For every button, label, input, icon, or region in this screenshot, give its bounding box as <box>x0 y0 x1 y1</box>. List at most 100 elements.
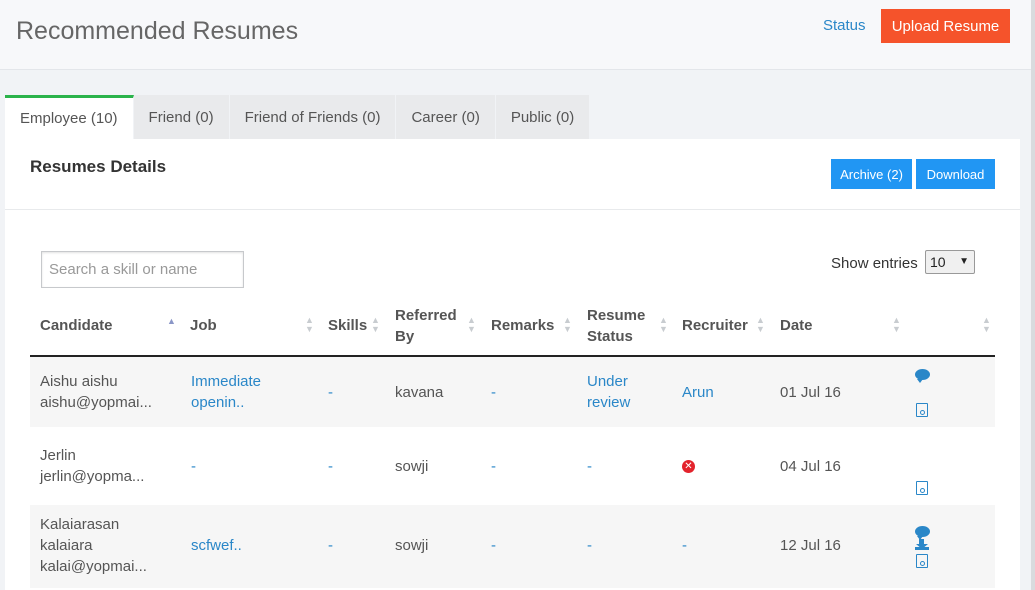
job-cell[interactable]: - <box>191 456 196 477</box>
tab-employee[interactable]: Employee (10) <box>5 95 134 139</box>
skills-link[interactable]: - <box>328 537 333 554</box>
column-skills[interactable]: Skills <box>328 315 367 336</box>
skills-link[interactable]: - <box>328 384 333 401</box>
date-cell: 01 Jul 16 <box>780 384 841 401</box>
column-remarks[interactable]: Remarks <box>491 315 554 336</box>
entries-label: Show entries <box>831 255 918 272</box>
skills-link[interactable]: - <box>328 458 333 475</box>
sort-icon[interactable]: ▲ ▼ <box>982 316 991 334</box>
remarks-link[interactable]: - <box>491 384 496 401</box>
status-cell[interactable]: - <box>587 535 592 556</box>
remarks-link[interactable]: - <box>491 458 496 475</box>
remarks-cell[interactable]: - <box>491 535 496 556</box>
status-link[interactable]: Under <box>587 373 628 390</box>
candidate-email: kalai@yopmai... <box>40 558 147 575</box>
status-cell[interactable]: Under review <box>587 371 630 413</box>
comment-icon[interactable] <box>915 526 930 540</box>
candidate-username: kalaiara <box>40 537 93 554</box>
search-input[interactable] <box>41 251 244 288</box>
table-row[interactable]: Kalaiarasan kalaiara kalai@yopmai... scf… <box>30 505 995 588</box>
source-tabs: Employee (10) Friend (0) Friend of Frien… <box>5 95 591 139</box>
candidate-name: Aishu aishu <box>40 373 118 390</box>
job-link[interactable]: - <box>191 458 196 475</box>
column-recruiter[interactable]: Recruiter <box>682 315 748 336</box>
table-row[interactable]: Aishu aishu aishu@yopmai... Immediate op… <box>30 357 995 427</box>
remarks-cell[interactable]: - <box>491 456 496 477</box>
column-referred-by[interactable]: Referred By <box>395 305 457 347</box>
sort-icon[interactable]: ▲ ▼ <box>467 316 476 334</box>
sort-icon[interactable]: ▲ ▼ <box>892 316 901 334</box>
candidate-name: Jerlin <box>40 447 76 464</box>
tab-friend-of-friends[interactable]: Friend of Friends (0) <box>229 95 397 139</box>
status-cell[interactable]: - <box>587 456 592 477</box>
sort-icon[interactable]: ▲ ▼ <box>756 316 765 334</box>
table-row[interactable]: Jerlin jerlin@yopma... - - sowji - - ✕ 0… <box>30 427 995 505</box>
remarks-link[interactable]: - <box>491 537 496 554</box>
column-resume-status-line1: Resume <box>587 307 646 324</box>
column-date[interactable]: Date <box>780 315 813 336</box>
job-cell[interactable]: scfwef.. <box>191 535 242 556</box>
tab-friend[interactable]: Friend (0) <box>133 95 230 139</box>
referred-by-cell: sowji <box>395 537 429 554</box>
candidate-cell: Jerlin jerlin@yopma... <box>40 445 144 487</box>
tab-career[interactable]: Career (0) <box>396 95 496 139</box>
column-resume-status-line2: Status <box>587 328 633 345</box>
chevron-down-icon: ▼ <box>959 256 969 267</box>
date-cell: 04 Jul 16 <box>780 458 841 475</box>
scrollbar[interactable] <box>1031 0 1035 590</box>
referred-by-cell: kavana <box>395 384 444 401</box>
candidate-name: Kalaiarasan <box>40 516 120 533</box>
candidate-cell: Aishu aishu aishu@yopmai... <box>40 371 152 413</box>
column-resume-status[interactable]: Resume Status <box>587 305 645 347</box>
resume-file-icon[interactable] <box>916 554 928 568</box>
date-cell: 12 Jul 16 <box>780 537 841 554</box>
status-link[interactable]: review <box>587 394 630 411</box>
skills-cell[interactable]: - <box>328 382 333 403</box>
column-job[interactable]: Job <box>190 315 217 336</box>
download-button[interactable]: Download <box>916 159 995 189</box>
column-referred-by-line2: By <box>395 328 415 345</box>
candidate-email: aishu@yopmai... <box>40 394 152 411</box>
referred-by-cell: sowji <box>395 458 429 475</box>
comment-icon[interactable] <box>915 369 930 383</box>
skills-cell[interactable]: - <box>328 456 333 477</box>
sort-icon[interactable]: ▲ ▼ <box>371 316 380 334</box>
upload-resume-button[interactable]: Upload Resume <box>881 9 1010 43</box>
status-link[interactable]: - <box>587 458 592 475</box>
tab-public[interactable]: Public (0) <box>495 95 591 139</box>
job-link[interactable]: scfwef.. <box>191 537 242 554</box>
recruiter-cell[interactable]: Arun <box>682 382 714 403</box>
sort-asc-icon[interactable]: ▲ <box>167 317 176 326</box>
recruiter-link[interactable]: - <box>682 537 687 554</box>
entries-value: 10 <box>930 254 946 270</box>
page-title: Recommended Resumes <box>16 17 299 45</box>
resumes-table: Candidate ▲ Job ▲ ▼ Skills ▲ ▼ Referred By… <box>30 299 995 588</box>
candidate-cell: Kalaiarasan kalaiara kalai@yopmai... <box>40 514 147 577</box>
table-header: Candidate ▲ Job ▲ ▼ Skills ▲ ▼ Referred By… <box>30 299 995 357</box>
panel-title: Resumes Details <box>30 157 167 176</box>
resumes-panel: Resumes Details Archive (2) Download Sho… <box>5 139 1020 590</box>
recruiter-cell[interactable]: - <box>682 535 687 556</box>
remarks-cell[interactable]: - <box>491 382 496 403</box>
sort-icon[interactable]: ▲ ▼ <box>563 316 572 334</box>
column-candidate[interactable]: Candidate <box>40 315 113 336</box>
status-link[interactable]: Status <box>823 17 866 34</box>
remove-circle-icon[interactable]: ✕ <box>682 460 695 473</box>
resume-file-icon[interactable] <box>916 481 928 495</box>
sort-icon[interactable]: ▲ ▼ <box>305 316 314 334</box>
job-link[interactable]: openin.. <box>191 394 244 411</box>
candidate-email: jerlin@yopma... <box>40 468 145 485</box>
job-cell[interactable]: Immediate openin.. <box>191 371 261 413</box>
sort-icon[interactable]: ▲ ▼ <box>659 316 668 334</box>
resume-file-icon[interactable] <box>916 403 928 417</box>
recruiter-link[interactable]: Arun <box>682 384 714 401</box>
status-link[interactable]: - <box>587 537 592 554</box>
column-referred-by-line1: Referred <box>395 307 457 324</box>
archive-button[interactable]: Archive (2) <box>831 159 912 189</box>
page-header: Recommended Resumes Status Upload Resume <box>0 0 1035 70</box>
entries-select[interactable]: 10 ▼ <box>925 250 975 274</box>
panel-divider <box>5 209 1020 210</box>
job-link[interactable]: Immediate <box>191 373 261 390</box>
skills-cell[interactable]: - <box>328 535 333 556</box>
download-icon-base <box>915 547 929 550</box>
